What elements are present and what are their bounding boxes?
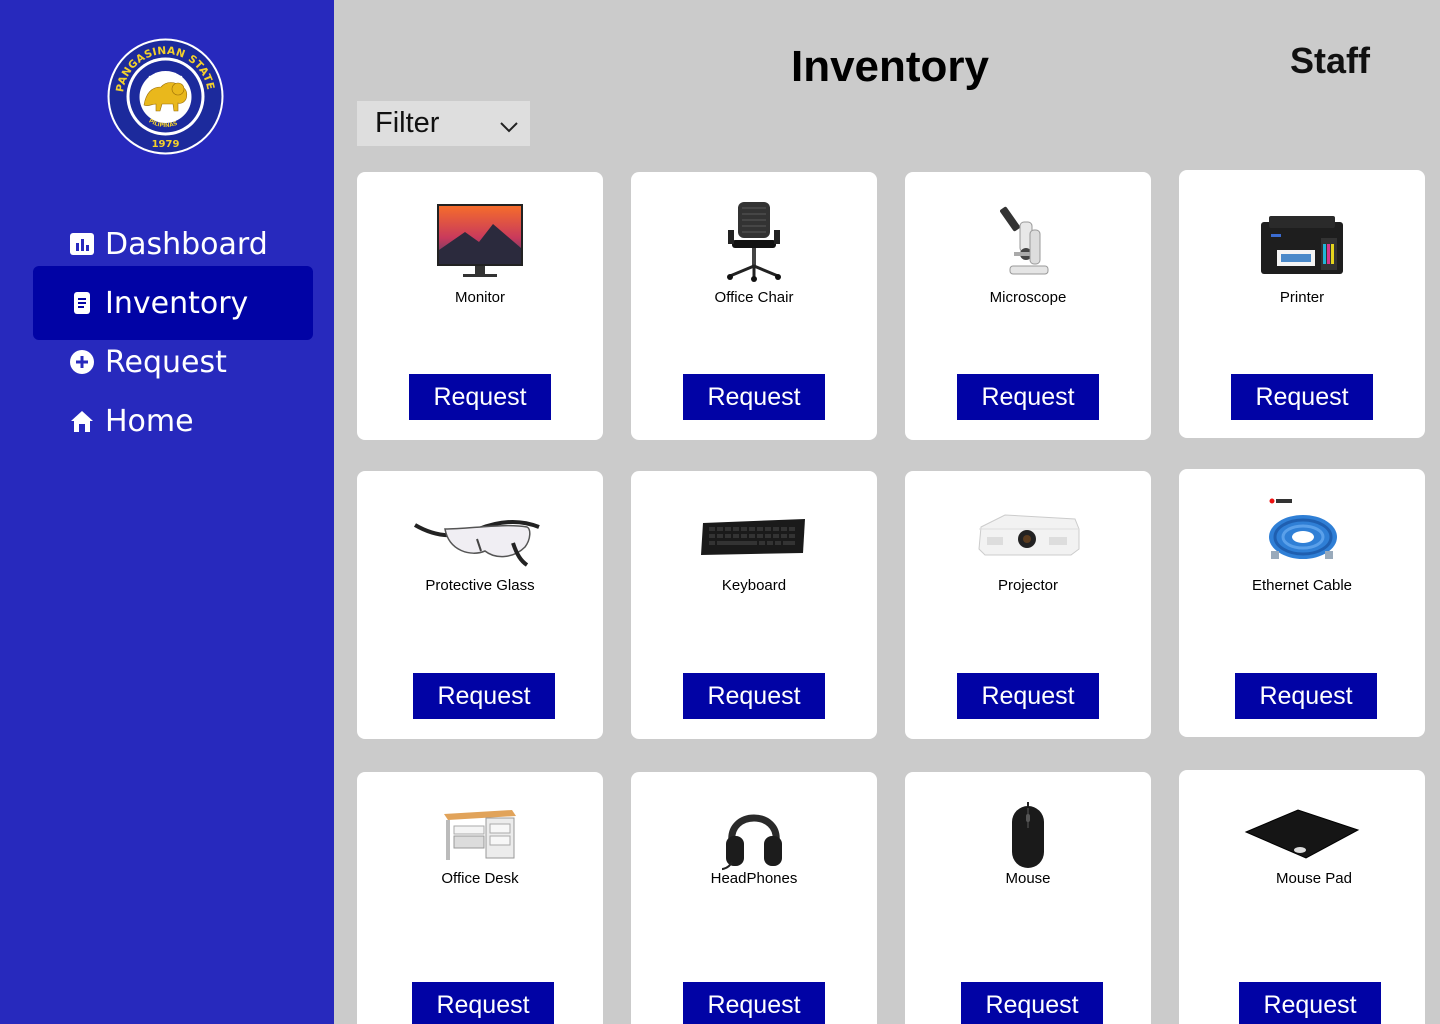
inventory-card: Printer Request	[1179, 170, 1425, 438]
item-name: Mouse	[1005, 870, 1051, 887]
item-name: Projector	[997, 577, 1059, 594]
item-name: Office Desk	[441, 870, 519, 887]
request-button[interactable]: Request	[409, 374, 551, 420]
university-logo: PANGASINAN STATE UNIVERSITY PILIPINAS 19…	[101, 28, 225, 156]
inventory-card: Ethernet Cable Request	[1179, 469, 1425, 737]
office-chair-icon	[724, 200, 784, 282]
projector-icon	[975, 509, 1081, 565]
desk-icon	[442, 808, 518, 862]
inventory-card: Office Chair Request	[631, 172, 877, 440]
request-button[interactable]: Request	[683, 374, 825, 420]
item-name: Mouse Pad	[1276, 870, 1352, 887]
inventory-card: Protective Glass Request	[357, 471, 603, 739]
item-name: Microscope	[989, 289, 1067, 306]
keyboard-icon	[699, 515, 809, 559]
mouse-icon	[1008, 800, 1048, 870]
plus-circle-icon	[69, 349, 95, 375]
house-icon	[69, 408, 95, 434]
request-button[interactable]: Request	[1231, 374, 1373, 420]
sidebar-item-label: Request	[105, 344, 227, 380]
cable-icon	[1263, 497, 1341, 565]
request-button[interactable]: Request	[683, 673, 825, 719]
sidebar-item-home[interactable]: Home	[33, 384, 313, 458]
inventory-card: Keyboard Request	[631, 471, 877, 739]
filter-dropdown[interactable]: Filter	[357, 101, 530, 146]
item-name: Ethernet Cable	[1251, 577, 1353, 594]
inventory-card: HeadPhones Request	[631, 772, 877, 1024]
document-icon	[69, 290, 95, 316]
sidebar: PANGASINAN STATE UNIVERSITY PILIPINAS 19…	[0, 0, 334, 1024]
request-button[interactable]: Request	[413, 673, 555, 719]
microscope-icon	[1000, 202, 1056, 278]
printer-icon	[1259, 214, 1345, 278]
item-name: Protective Glass	[425, 577, 535, 594]
request-button[interactable]: Request	[957, 374, 1099, 420]
sidebar-item-label: Dashboard	[105, 226, 268, 262]
inventory-card: Microscope Request	[905, 172, 1151, 440]
svg-text:1979: 1979	[152, 139, 180, 150]
bar-chart-icon	[69, 231, 95, 257]
request-button[interactable]: Request	[1239, 982, 1381, 1024]
inventory-card: Mouse Pad Request	[1179, 770, 1425, 1024]
item-name: Monitor	[454, 289, 506, 306]
request-button[interactable]: Request	[1235, 673, 1377, 719]
inventory-card: Projector Request	[905, 471, 1151, 739]
headphones-icon	[722, 796, 786, 872]
sidebar-item-label: Home	[105, 403, 194, 439]
mouse-pad-icon	[1242, 808, 1362, 862]
user-role-label[interactable]: Staff	[1260, 40, 1400, 82]
item-name: Keyboard	[721, 577, 787, 594]
chevron-down-icon	[498, 113, 520, 135]
item-name: Office Chair	[714, 289, 794, 306]
inventory-card: Monitor Request	[357, 172, 603, 440]
filter-label: Filter	[375, 107, 440, 139]
inventory-card: Office Desk Request	[357, 772, 603, 1024]
request-button[interactable]: Request	[957, 673, 1099, 719]
item-name: Printer	[1279, 289, 1325, 306]
item-name: HeadPhones	[710, 870, 798, 887]
sidebar-item-label: Inventory	[105, 285, 249, 321]
page-title: Inventory	[790, 42, 990, 91]
request-button[interactable]: Request	[961, 982, 1103, 1024]
request-button[interactable]: Request	[683, 982, 825, 1024]
request-button[interactable]: Request	[412, 982, 554, 1024]
inventory-card: Mouse Request	[905, 772, 1151, 1024]
monitor-icon	[435, 202, 525, 282]
safety-glasses-icon	[409, 499, 551, 575]
